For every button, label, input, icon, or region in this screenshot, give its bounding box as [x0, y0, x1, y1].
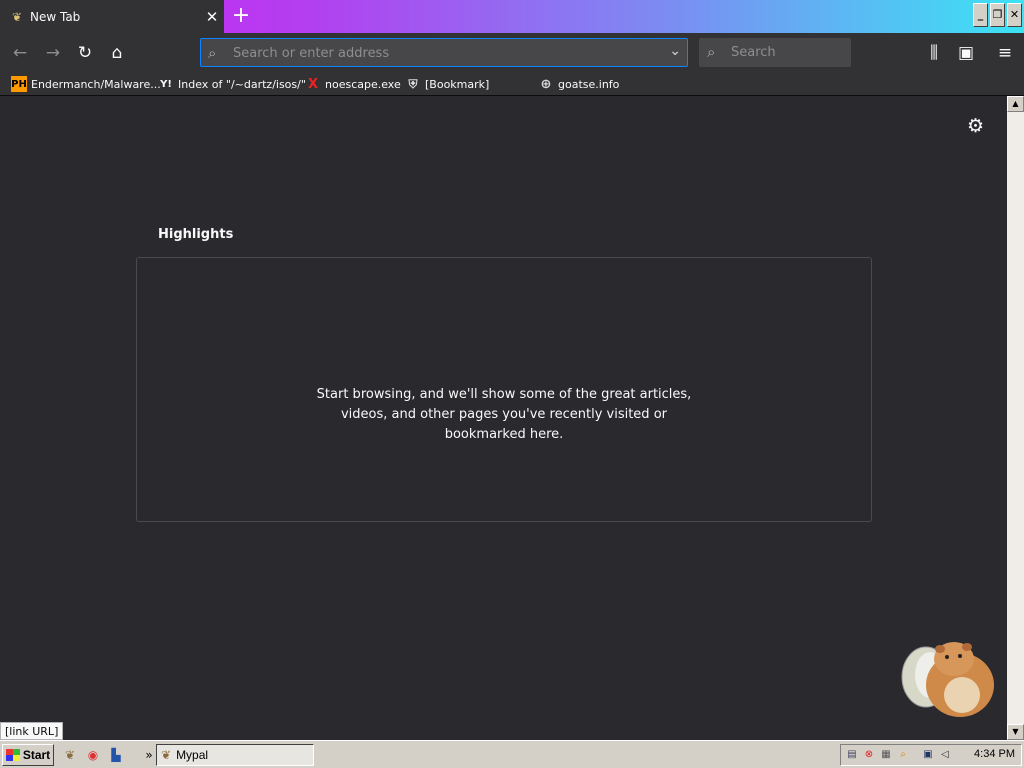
moth-icon: ❦	[161, 748, 172, 762]
search-icon: ⌕	[208, 44, 217, 62]
new-tab-page: ⚙ Highlights Start browsing, and we'll s…	[0, 96, 1007, 740]
bookmark-label: goatse.info	[558, 77, 620, 91]
bookmark-label: noescape.exe	[325, 77, 401, 91]
monitor-icon[interactable]: ▣	[921, 748, 935, 762]
search-icon: ⌕	[707, 43, 716, 61]
scroll-up-arrow[interactable]: ▲	[1007, 96, 1024, 112]
tab-title: New Tab	[30, 9, 81, 24]
bookmark-label: [Bookmark]	[425, 77, 490, 91]
shield-x-icon[interactable]: ⊗	[862, 748, 876, 762]
hamster-mascot	[901, 642, 994, 717]
status-url: [link URL]	[0, 722, 64, 740]
gear-icon[interactable]: ⚙	[967, 115, 984, 137]
search-input[interactable]	[729, 42, 843, 63]
bookmark-item[interactable]: Y! Index of "/~dartz/isos/"	[158, 75, 306, 93]
home-icon[interactable]: ⌂	[105, 41, 129, 65]
address-input[interactable]	[231, 43, 655, 64]
moth-icon[interactable]: ❦	[61, 746, 79, 764]
moth-icon: ❦	[11, 9, 23, 24]
highlights-empty-message: Start browsing, and we'll show some of t…	[137, 385, 871, 445]
navigation-toolbar: ← → ↻ ⌂ ⌕ ⌄ ⌕ ⫼ ▣ ≡	[0, 33, 1024, 72]
message-line: Start browsing, and we'll show some of t…	[316, 387, 692, 402]
address-bar[interactable]: ⌕ ⌄	[200, 38, 688, 67]
clock: 4:34 PM	[974, 748, 1015, 760]
forward-icon[interactable]: →	[41, 41, 65, 65]
browser-icon[interactable]: ◉	[84, 746, 102, 764]
new-tab-button[interactable]: +	[228, 2, 254, 30]
bookmark-item[interactable]: ⊕ goatse.info	[538, 75, 620, 93]
bookmark-label: Index of "/~dartz/isos/"	[178, 77, 306, 91]
scroll-down-arrow[interactable]: ▼	[1007, 724, 1024, 740]
bookmark-label: Endermanch/Malware...	[31, 77, 161, 91]
bookmark-item[interactable]: X noescape.exe	[305, 75, 401, 93]
close-window-button[interactable]: ✕	[1007, 3, 1022, 27]
start-label: Start	[22, 748, 51, 762]
desktop-icon[interactable]: ▙	[107, 746, 125, 764]
ph-icon: PH	[11, 76, 27, 92]
search-bar[interactable]: ⌕	[699, 38, 851, 67]
shield-icon: ⛨	[408, 76, 418, 91]
sidebar-icon[interactable]: ▣	[954, 41, 978, 65]
document-icon[interactable]: ▤	[845, 748, 859, 762]
window-controls: _ ❐ ✕	[973, 3, 1022, 27]
reload-icon[interactable]: ↻	[73, 41, 97, 65]
task-button-mypal[interactable]: ❦ Mypal	[156, 744, 314, 766]
highlights-panel: Start browsing, and we'll show some of t…	[136, 257, 872, 522]
taskbar: Start ❦ ◉ ▙ » ❦ Mypal ▤ ⊗ ▦ ⌕ ▣ ◁ 4:34 P…	[0, 740, 1024, 768]
library-icon[interactable]: ⫼	[922, 41, 946, 65]
back-icon[interactable]: ←	[8, 41, 32, 65]
highlights-title: Highlights	[158, 227, 234, 242]
windows-logo-icon	[5, 749, 20, 761]
tab-close-button[interactable]: ✕	[200, 8, 224, 26]
bookmark-item[interactable]: PH Endermanch/Malware...	[11, 75, 161, 93]
bookmark-item[interactable]: ⛨ [Bookmark]	[405, 75, 489, 93]
task-label: Mypal	[176, 748, 209, 762]
message-line: videos, and other pages you've recently …	[340, 407, 667, 422]
vertical-scrollbar[interactable]: ▲ ▼	[1007, 96, 1024, 740]
network-icon[interactable]: ▦	[879, 748, 893, 762]
tab-new-tab[interactable]: ❦ New Tab ✕	[0, 0, 224, 33]
globe-icon: ⊕	[540, 76, 552, 92]
restore-button[interactable]: ❐	[990, 3, 1005, 27]
chevron-down-icon[interactable]: ⌄	[669, 43, 681, 59]
magnifier-icon[interactable]: ⌕	[896, 748, 910, 762]
start-button[interactable]: Start	[2, 744, 54, 766]
x-icon: X	[307, 76, 319, 92]
bookmarks-toolbar: PH Endermanch/Malware... Y! Index of "/~…	[0, 72, 1024, 96]
yp-icon: Y!	[160, 78, 172, 90]
tab-strip: ❦ New Tab ✕ + _ ❐ ✕	[0, 0, 1024, 33]
menu-icon[interactable]: ≡	[993, 41, 1017, 65]
system-tray: ▤ ⊗ ▦ ⌕ ▣ ◁ 4:34 PM	[840, 744, 1022, 766]
speaker-icon[interactable]: ◁	[938, 748, 952, 762]
minimize-button[interactable]: _	[973, 3, 988, 27]
message-line: bookmarked here.	[444, 427, 564, 442]
